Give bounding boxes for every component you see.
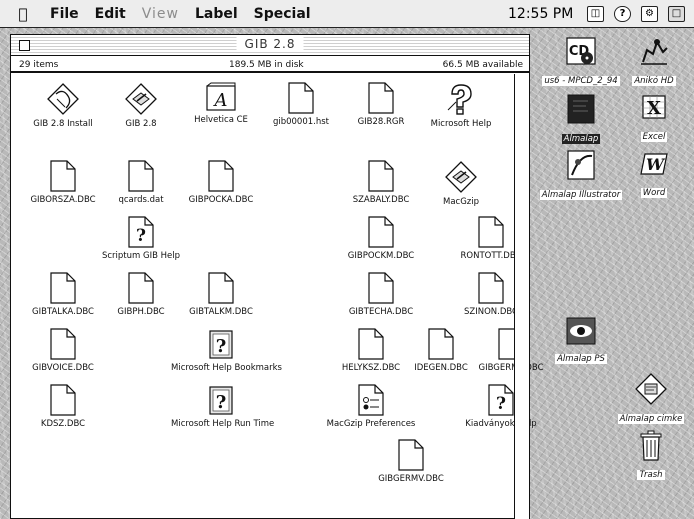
folder-icon	[536, 92, 626, 126]
application-menu-icon[interactable]: □	[668, 6, 685, 22]
file-label: Kiadványok Help	[465, 419, 537, 429]
svg-text:X: X	[647, 98, 661, 119]
file-label: GIBTALKM.DBC	[189, 307, 253, 317]
harddisk-icon	[614, 36, 694, 68]
desktop-icon-label: Excel	[640, 132, 668, 142]
file-label: Scriptum GIB Help	[101, 251, 181, 261]
desktop-icon-label: Almalap	[561, 134, 601, 144]
help-doc-icon: ?	[451, 384, 551, 416]
file-item[interactable]: GIBPOCKM.DBC	[331, 216, 431, 261]
document-icon	[171, 160, 271, 192]
menu-label[interactable]: Label	[195, 6, 238, 22]
keyboard-layout-icon[interactable]: ⚙	[641, 6, 658, 22]
close-box-icon[interactable]	[19, 40, 30, 51]
svg-text:?: ?	[136, 226, 146, 246]
window-menu-icon[interactable]: ◫	[587, 6, 604, 22]
help-app-icon: ?	[171, 384, 271, 416]
eye-icon	[536, 316, 626, 346]
menu-edit[interactable]: Edit	[95, 6, 126, 22]
desktop-icon-label: Word	[640, 188, 668, 198]
file-label: MacGzip	[442, 197, 480, 207]
file-item[interactable]: GIBGERMV.DBC	[361, 439, 461, 484]
desktop-icon-label: Almalap Illustrator	[539, 190, 623, 200]
desktop-icon-excel[interactable]: X Excel	[614, 92, 694, 143]
file-label: Microsoft Help Run Time	[171, 419, 275, 429]
file-label: Microsoft Help	[430, 119, 492, 129]
file-item[interactable]: GIBTALKM.DBC	[171, 272, 271, 317]
label-app-icon	[608, 372, 694, 406]
file-label: MacGzip Preferences	[326, 419, 416, 429]
word-icon: W	[614, 148, 694, 180]
desktop-icon-almalap-ps[interactable]: Almalap PS	[536, 316, 626, 365]
items-count: 29 items	[19, 60, 59, 70]
trash-icon	[608, 428, 694, 462]
finder-window: GIB 2.8 29 items 189.5 MB in disk 66.5 M…	[10, 34, 544, 519]
window-content: GIB 2.8 Install GIB 2.8 A Helvetica CE gib00…	[11, 74, 544, 519]
illustrator-icon	[536, 148, 626, 182]
file-item[interactable]: GIBPOCKA.DBC	[171, 160, 271, 205]
help-app-icon: ?	[171, 328, 271, 360]
file-item[interactable]: ? Kiadványok Help	[451, 384, 551, 429]
file-label: GIBPOCKM.DBC	[347, 251, 415, 261]
file-item[interactable]: MacGzip	[411, 160, 511, 207]
excel-icon: X	[614, 92, 694, 124]
svg-text:W: W	[646, 155, 666, 174]
file-item[interactable]: ? Scriptum GIB Help	[91, 216, 191, 261]
desktop-icon-almalap-illustrator[interactable]: Almalap Illustrator	[536, 148, 626, 201]
app-icon	[411, 160, 511, 194]
desktop-icon-word[interactable]: W Word	[614, 148, 694, 199]
document-icon	[171, 272, 271, 304]
file-item[interactable]: MacGzip Preferences	[321, 384, 421, 429]
document-icon	[13, 384, 113, 416]
apple-menu-icon[interactable]: 	[14, 5, 32, 23]
help-menu-icon[interactable]: ?	[614, 6, 631, 22]
help-doc-icon: ?	[91, 216, 191, 248]
svg-text:?: ?	[216, 392, 227, 413]
svg-text:?: ?	[216, 336, 227, 357]
file-item[interactable]: KDSZ.DBC	[13, 384, 113, 429]
vertical-scrollbar[interactable]	[514, 74, 529, 519]
help-icon	[411, 82, 511, 116]
window-title: GIB 2.8	[236, 37, 304, 51]
menu-special[interactable]: Special	[254, 6, 311, 22]
desktop-icon-label: Anikó HD	[632, 76, 676, 86]
desktop-icon-us6-mpcd-2-94[interactable]: CD us6 - MPCD_2_94	[536, 36, 626, 87]
document-icon	[331, 272, 431, 304]
document-icon	[13, 328, 113, 360]
file-label: GIBGERMV.DBC	[378, 474, 444, 484]
desktop-icon-almalap-cimke[interactable]: Almalap cimke	[608, 372, 694, 425]
svg-text:A: A	[213, 90, 228, 111]
desktop-icon-label: Almalap PS	[555, 354, 607, 364]
desktop-icon-label: Almalap cimke	[617, 414, 685, 424]
file-item[interactable]: ? Microsoft Help Bookmarks	[171, 328, 282, 373]
window-titlebar[interactable]: GIB 2.8	[11, 35, 529, 56]
disk-usage: 189.5 MB in disk	[229, 60, 304, 70]
window-info-bar: 29 items 189.5 MB in disk 66.5 MB availa…	[11, 56, 529, 73]
file-label: GIBVOICE.DBC	[32, 363, 94, 373]
file-item[interactable]: ? Microsoft Help Run Time	[171, 384, 275, 429]
desktop-icon-label: Trash	[637, 470, 665, 480]
desktop-icon-anik-hd[interactable]: Anikó HD	[614, 36, 694, 87]
file-item[interactable]: GIBTECHA.DBC	[331, 272, 431, 317]
desktop-icon-label: us6 - MPCD_2_94	[542, 76, 620, 86]
desktop-icon-almalap[interactable]: Almalap	[536, 92, 626, 145]
file-item[interactable]: Microsoft Help	[411, 82, 511, 129]
available-space: 66.5 MB available	[442, 60, 523, 70]
file-label: GIBTECHA.DBC	[348, 307, 414, 317]
menu-bar:  File Edit View Label Special 12:55 PM …	[0, 0, 694, 28]
file-item[interactable]: GIBVOICE.DBC	[13, 328, 113, 373]
file-label: KDSZ.DBC	[40, 419, 86, 429]
menu-clock[interactable]: 12:55 PM	[508, 6, 573, 22]
document-icon	[361, 439, 461, 471]
file-label: Microsoft Help Bookmarks	[171, 363, 282, 373]
prefs-icon	[321, 384, 421, 416]
desktop-icon-trash[interactable]: Trash	[608, 428, 694, 481]
menu-file[interactable]: File	[50, 6, 79, 22]
cd-icon: CD	[536, 36, 626, 68]
svg-text:?: ?	[496, 394, 506, 414]
menu-view[interactable]: View	[142, 6, 179, 22]
document-icon	[331, 216, 431, 248]
file-label: GIBPOCKA.DBC	[188, 195, 254, 205]
